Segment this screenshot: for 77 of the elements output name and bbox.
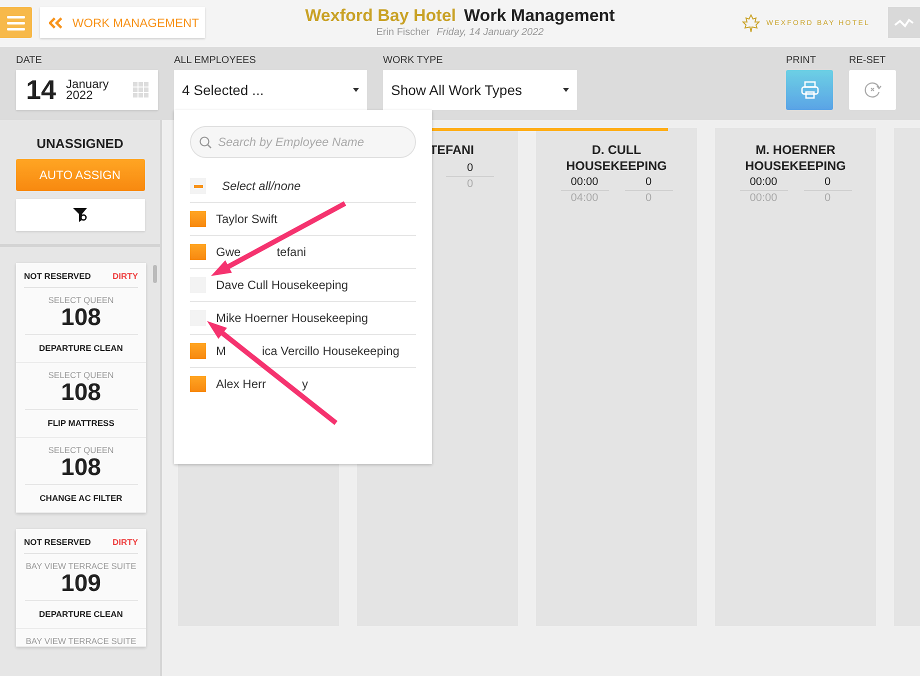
reservation-status: NOT RESERVED <box>24 271 91 281</box>
work-type-dropdown[interactable]: Show All Work Types <box>383 70 577 110</box>
employee-checkbox[interactable] <box>190 211 206 227</box>
task-name: FLIP MATTRESS <box>48 417 114 430</box>
caret-icon <box>353 88 359 92</box>
unassigned-heading: UNASSIGNED <box>36 136 124 151</box>
time-value: 00:00 <box>560 176 608 191</box>
select-all-label[interactable]: Select all/none <box>222 179 301 193</box>
room-number: 108 <box>24 380 138 410</box>
work-type-label: WORK TYPE <box>383 55 444 66</box>
printer-icon <box>800 81 818 99</box>
task-name: DEPARTURE CLEAN <box>39 608 123 621</box>
room-number: 108 <box>24 455 138 485</box>
reset-label: RE-SET <box>849 55 887 66</box>
print-label: PRINT <box>786 55 817 66</box>
reservation-status: NOT RESERVED <box>24 537 91 547</box>
calendar-grid-icon <box>133 82 149 98</box>
menu-icon <box>7 14 25 30</box>
task-count: 0 <box>624 176 672 191</box>
room-type: BAY VIEW TERRACE SUITE <box>26 561 136 571</box>
current-date: Friday, 14 January 2022 <box>436 27 544 38</box>
date-label: DATE <box>16 55 43 66</box>
room-card[interactable]: NOT RESERVED DIRTY SELECT QUEEN 108 DEPARTURE CLEAN SELECT QUEEN 108 FLIP MATTRESS SELECT QUEEN 108 CHANGE AC FILTER <box>16 263 146 513</box>
double-chevron-left-icon <box>49 16 62 28</box>
funnel-icon <box>72 207 88 223</box>
employees-dropdown[interactable]: 4 Selected ... <box>174 70 367 110</box>
search-field[interactable]: Search by Employee Name <box>190 126 416 158</box>
employee-name-fragment[interactable]: ica Vercillo Housekeeping <box>262 344 400 358</box>
employee-name-fragment[interactable]: y <box>302 377 308 391</box>
employee-name: D. CULL HOUSEKEEPING <box>566 142 667 174</box>
room-status: DIRTY <box>112 271 138 281</box>
planned-count: 0 <box>645 191 652 204</box>
employee-checkbox[interactable] <box>190 376 206 392</box>
user-name: Erin Fischer <box>376 27 430 38</box>
employee-name: TEFANI <box>430 142 474 158</box>
graph-button[interactable] <box>888 7 920 38</box>
employee-checkbox[interactable] <box>190 310 206 326</box>
planned-count: 0 <box>466 177 474 190</box>
employee-name: M. HOERNER HOUSEKEEPING <box>745 142 846 174</box>
employee-checkbox[interactable] <box>190 343 206 359</box>
employees-label: ALL EMPLOYEES <box>174 55 257 66</box>
page-title: Work Management <box>464 6 615 26</box>
reset-arrow-icon <box>864 81 882 99</box>
caret-icon <box>563 88 569 92</box>
room-card[interactable]: NOT RESERVED DIRTY BAY VIEW TERRACE SUITE 109 DEPARTURE CLEAN BAY VIEW TERRACE SUITE <box>16 529 146 647</box>
room-type: SELECT QUEEN <box>48 370 114 380</box>
menu-button[interactable] <box>0 7 32 38</box>
planned-time: 00:00 <box>750 191 778 204</box>
scrollbar-thumb[interactable] <box>153 265 157 283</box>
print-button[interactable] <box>786 70 833 110</box>
room-type: SELECT QUEEN <box>48 445 114 455</box>
filter-button[interactable] <box>16 199 144 231</box>
room-type: BAY VIEW TERRACE SUITE <box>26 636 136 646</box>
room-number: 108 <box>24 305 138 335</box>
employee-checkbox[interactable] <box>190 244 206 260</box>
search-icon <box>199 136 212 149</box>
task-count: 0 <box>446 162 494 177</box>
task-name: DEPARTURE CLEAN <box>39 342 123 355</box>
employee-option[interactable]: Taylor Swift <box>216 212 278 226</box>
planned-count: 0 <box>824 191 831 204</box>
time-value: 00:00 <box>740 176 788 191</box>
room-type: SELECT QUEEN <box>48 295 114 305</box>
hotel-name: Wexford Bay Hotel <box>305 6 456 26</box>
select-all-checkbox[interactable] <box>190 178 206 194</box>
room-number: 109 <box>24 571 138 601</box>
employee-option[interactable]: Mike Hoerner Housekeeping <box>216 311 368 325</box>
room-status: DIRTY <box>112 537 138 547</box>
line-chart-icon <box>894 18 914 28</box>
employee-name-fragment[interactable]: Gwe <box>216 245 241 259</box>
reset-button[interactable] <box>849 70 896 110</box>
task-name: CHANGE AC FILTER <box>40 492 122 505</box>
task-count: 0 <box>804 176 852 191</box>
employee-name-fragment[interactable]: Alex Herr <box>216 377 266 391</box>
employee-name-fragment[interactable]: tefani <box>276 245 306 259</box>
employee-name-fragment[interactable]: M <box>216 344 226 358</box>
employee-option[interactable]: Dave Cull Housekeeping <box>216 278 348 292</box>
planned-time: 04:00 <box>570 191 598 204</box>
